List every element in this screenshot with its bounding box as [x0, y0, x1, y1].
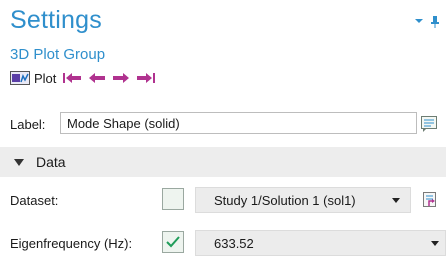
eigenfrequency-label: Eigenfrequency (Hz): — [10, 236, 133, 251]
plot-button-label: Plot — [34, 70, 57, 86]
last-icon[interactable] — [136, 72, 156, 84]
dataset-label: Dataset: — [10, 193, 59, 208]
next-icon[interactable] — [112, 72, 130, 84]
chevron-down-icon — [431, 241, 439, 246]
chevron-down-icon[interactable] — [414, 16, 424, 28]
label-row: Label: Mode Shape (solid) — [10, 111, 442, 137]
notes-icon — [421, 116, 437, 132]
go-to-source-button[interactable] — [418, 188, 442, 212]
edit-label-button[interactable] — [418, 112, 442, 136]
pin-icon[interactable] — [430, 16, 440, 28]
eigenfrequency-checkbox[interactable] — [162, 231, 184, 253]
eigenfrequency-select[interactable]: 633.52 — [195, 230, 446, 256]
dataset-checkbox[interactable] — [162, 188, 184, 210]
node-type-subtitle: 3D Plot Group — [10, 46, 106, 63]
eigenfrequency-row: Eigenfrequency (Hz): 633.52 — [10, 230, 446, 256]
data-section-header[interactable]: Data — [0, 147, 446, 177]
eigenfrequency-select-value: 633.52 — [214, 236, 254, 251]
dataset-select-value: Study 1/Solution 1 (sol1) — [214, 193, 356, 208]
header-controls — [414, 16, 440, 28]
dataset-select[interactable]: Study 1/Solution 1 (sol1) — [195, 187, 411, 213]
page-title: Settings — [10, 6, 102, 34]
chevron-down-icon — [392, 198, 400, 203]
previous-icon[interactable] — [88, 72, 106, 84]
dataset-row: Dataset: Study 1/Solution 1 (sol1) — [10, 187, 446, 213]
label-caption: Label: — [10, 117, 46, 132]
go-to-source-icon — [423, 192, 436, 207]
first-icon[interactable] — [62, 72, 82, 84]
label-input[interactable]: Mode Shape (solid) — [60, 112, 417, 134]
toolbar: Plot — [10, 68, 156, 88]
plot-button[interactable]: Plot — [10, 71, 56, 86]
section-title: Data — [36, 154, 66, 170]
collapse-triangle-icon — [14, 158, 24, 166]
checkmark-icon — [166, 236, 180, 248]
plot-icon — [10, 71, 30, 85]
